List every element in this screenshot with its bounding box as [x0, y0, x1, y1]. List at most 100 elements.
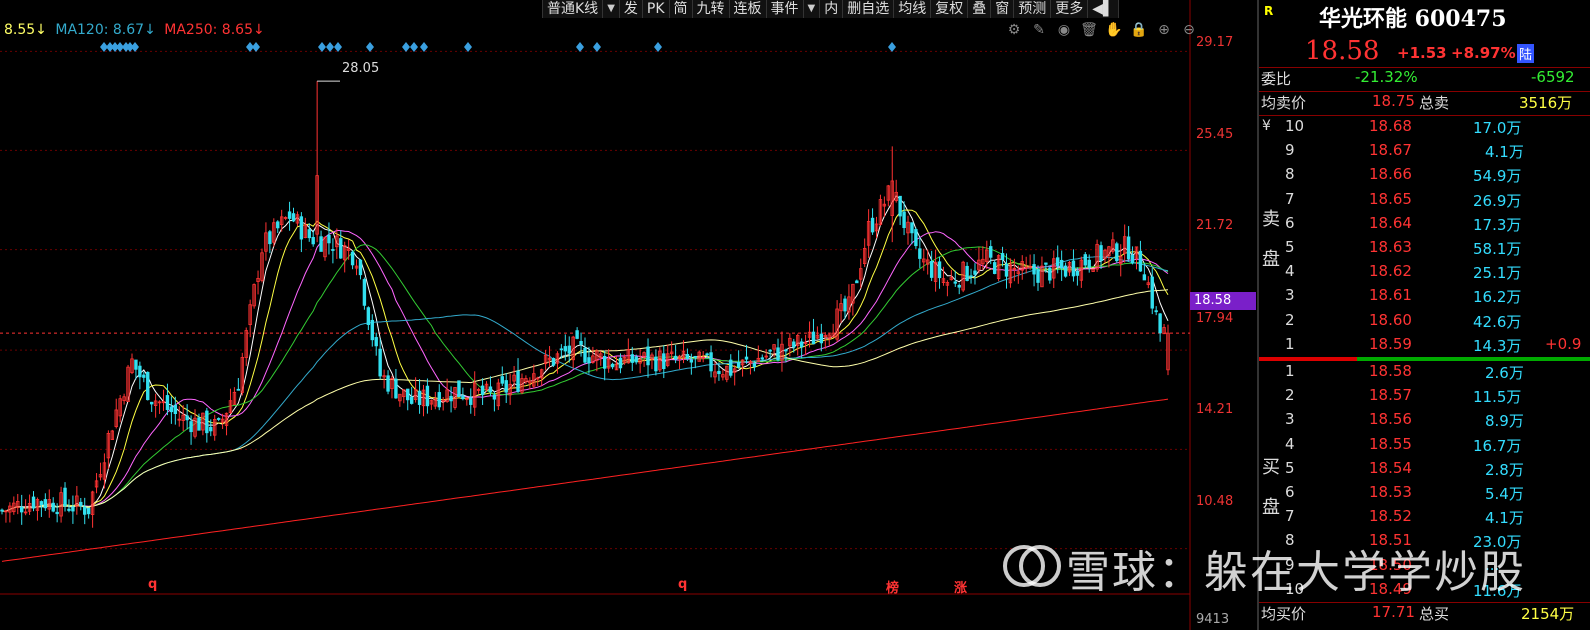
price-change-pct: +8.97% — [1451, 44, 1516, 62]
sell-level-row[interactable]: 3 18.61 16.2万 — [1259, 286, 1590, 310]
draw-pen-icon[interactable]: ✎ — [1029, 22, 1049, 38]
lock-icon[interactable]: 🔒 — [1129, 22, 1149, 38]
toolbar-button[interactable]: 内 — [820, 0, 844, 18]
y-label: 10.48 — [1196, 494, 1234, 509]
toolbar-button[interactable]: 九转 — [693, 0, 730, 18]
sell-level-row[interactable]: 9 18.67 4.1万 — [1259, 141, 1590, 165]
buy-level-row[interactable]: 5 18.54 2.8万 — [1259, 459, 1590, 483]
candle-body — [1000, 253, 1005, 261]
candle-body — [1150, 276, 1154, 309]
candle-body — [457, 380, 461, 397]
candle-body — [216, 418, 221, 420]
ma60-line — [1, 256, 1169, 512]
candle-body — [799, 341, 804, 348]
toolbar-button[interactable]: 连板 — [730, 0, 767, 18]
ma120-legend: MA120: 8.67↓ — [55, 22, 156, 38]
candle-body — [350, 251, 355, 266]
candle-body — [287, 211, 292, 219]
candle-body — [693, 355, 697, 358]
candle-body — [492, 394, 497, 400]
toolbar-button[interactable]: 均线 — [894, 0, 932, 18]
toolbar-button[interactable]: 更多 — [1051, 0, 1089, 18]
order-price: 18.63 — [1369, 238, 1412, 256]
toolbar-dropdown-arrow-icon[interactable]: ▼ — [603, 0, 620, 18]
toolbar-button[interactable]: 简 — [670, 0, 693, 18]
weibi-diff: -6592 — [1531, 68, 1575, 86]
order-price: 18.57 — [1369, 386, 1412, 405]
candle-body — [992, 262, 997, 274]
eye-icon[interactable]: ◉ — [1054, 22, 1074, 38]
sell-level-row[interactable]: 8 18.66 54.9万 — [1259, 165, 1590, 189]
buy-level-row[interactable]: 6 18.53 5.4万 — [1259, 483, 1590, 507]
order-level: 9 — [1285, 141, 1295, 160]
order-level: 4 — [1285, 434, 1295, 453]
high-price-label: 28.05 — [342, 61, 380, 76]
order-price: 18.56 — [1369, 410, 1412, 429]
order-volume: 8.9万 — [1485, 412, 1524, 431]
connect-badge: 陆 — [1517, 44, 1535, 63]
sell-level-row[interactable]: 4 18.62 25.1万 — [1259, 262, 1590, 286]
sell-level-row[interactable]: 6 18.64 17.3万 — [1259, 214, 1590, 238]
candle-body — [516, 370, 520, 392]
order-level: 3 — [1285, 286, 1295, 305]
candle-body — [811, 331, 816, 345]
zoom-in-icon[interactable]: ⊕ — [1154, 22, 1174, 38]
q-marker: q — [148, 577, 158, 592]
candle-body — [374, 337, 378, 347]
trash-icon[interactable]: 🗑 — [1079, 22, 1099, 38]
order-level: 2 — [1285, 310, 1295, 329]
buy-level-row[interactable]: 2 18.57 11.5万 — [1259, 386, 1590, 410]
toolbar-button[interactable]: 事件 — [767, 0, 804, 18]
toolbar-button[interactable]: 删自选 — [843, 0, 895, 18]
candle-body — [358, 259, 363, 276]
buy-level-row[interactable]: 1 18.58 2.6万 — [1259, 362, 1590, 386]
toolbar-button[interactable]: 复权 — [931, 0, 969, 18]
candle-body — [776, 347, 780, 361]
candle-body — [768, 349, 772, 352]
buy-level-row[interactable]: 7 18.52 4.1万 — [1259, 507, 1590, 531]
candle-body — [142, 374, 146, 378]
order-volume: 42.6万 — [1473, 312, 1522, 331]
candle-body — [1154, 310, 1158, 313]
candle-body — [1004, 263, 1009, 277]
order-volume: 26.9万 — [1473, 191, 1522, 210]
toolbar-button[interactable]: ◀▌ — [1088, 0, 1119, 18]
sell-level-row[interactable]: 7 18.65 26.9万 — [1259, 190, 1590, 214]
candle-body — [311, 237, 315, 245]
toolbar-dropdown-arrow-icon[interactable]: ▼ — [804, 0, 821, 18]
toolbar-button[interactable]: 窗 — [991, 0, 1015, 18]
toolbar-button[interactable]: 发 — [620, 0, 643, 18]
candle-body — [902, 211, 906, 229]
sell-level-row[interactable]: 10 18.68 17.0万 — [1259, 117, 1590, 141]
total-sell-value: 3516万 — [1519, 94, 1573, 112]
last-price: 18.58 — [1305, 36, 1380, 66]
toolbar-button[interactable]: 叠 — [968, 0, 992, 18]
candle-body — [1158, 313, 1162, 334]
zhang-marker: 涨 — [954, 581, 968, 596]
buy-level-row[interactable]: 3 18.56 8.9万 — [1259, 410, 1590, 434]
candle-body — [71, 506, 75, 512]
order-level: 8 — [1285, 165, 1295, 184]
sell-level-row[interactable]: 1 18.59 14.3万 +0.9 — [1259, 335, 1590, 359]
volume-y-label: 9413 — [1196, 612, 1230, 627]
sell-level-row[interactable]: 5 18.63 58.1万 — [1259, 238, 1590, 262]
candle-body — [760, 357, 764, 360]
order-level: 1 — [1285, 362, 1295, 380]
toolbar-button[interactable]: 预测 — [1014, 0, 1052, 18]
candle-body — [1044, 262, 1048, 265]
candle-body — [736, 362, 741, 368]
toolbar-button[interactable]: PK — [643, 0, 670, 18]
y-label: 25.45 — [1196, 127, 1234, 142]
candle-body — [1056, 257, 1060, 267]
candle-body — [870, 217, 875, 233]
hand-icon[interactable]: ✋ — [1104, 22, 1124, 38]
order-price: 18.60 — [1369, 310, 1412, 329]
order-level: 1 — [1285, 334, 1295, 353]
sell-level-row[interactable]: 2 18.60 42.6万 — [1259, 311, 1590, 335]
toolbar-button[interactable]: 普通K线 — [543, 0, 604, 18]
chart-toolbar: 普通K线 ▼ 发 PK 简九转 连板 事件 ▼ 内删自选 均线 复权叠窗预测 更多 ◀▌ — [542, 0, 1119, 18]
settings-icon[interactable]: ⚙ — [1004, 22, 1024, 38]
candle-body — [134, 359, 138, 370]
candle-body — [1075, 271, 1080, 276]
buy-level-row[interactable]: 4 18.55 16.7万 — [1259, 435, 1590, 459]
